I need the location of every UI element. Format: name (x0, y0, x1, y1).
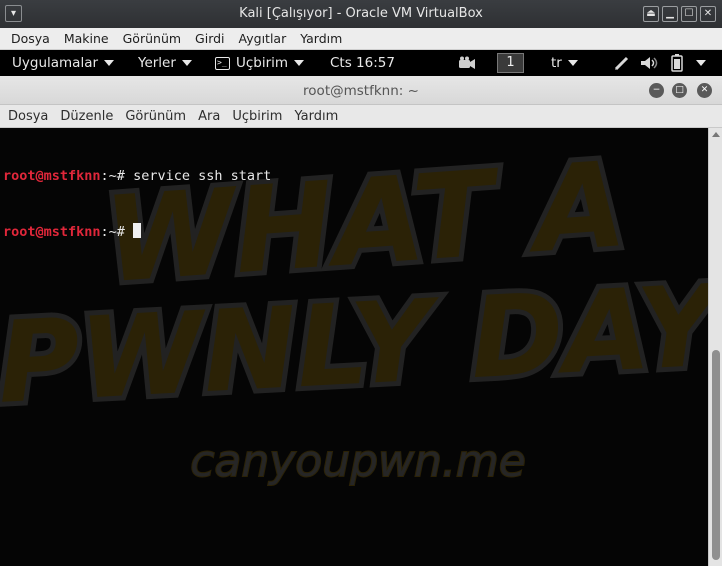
menu-aygitlar[interactable]: Aygıtlar (232, 31, 294, 46)
keyboard-layout-label: tr (551, 55, 562, 71)
menu-yardim[interactable]: Yardım (293, 31, 349, 46)
text-cursor (133, 222, 142, 238)
places-menu[interactable]: Yerler (138, 55, 192, 71)
terminal-menu-ucbirim[interactable]: Uçbirim (226, 109, 288, 124)
terminal-icon: >_ (215, 56, 230, 70)
places-label: Yerler (138, 55, 176, 71)
gnome-top-panel: Uygulamalar Yerler >_ Uçbirim Cts 16:57 t… (0, 50, 722, 76)
virtualbox-menu-bar: Dosya Makine Görünüm Girdi Aygıtlar Yard… (0, 28, 722, 50)
terminal-lines: root@mstfknn:~# service ssh start root@m… (3, 130, 271, 278)
system-menu-caret-icon[interactable] (696, 60, 706, 66)
terminal-menu-bar: Dosya Düzenle Görünüm Ara Uçbirim Yardım (0, 105, 722, 128)
caret-down-icon (104, 60, 115, 66)
scrollbar-thumb[interactable] (712, 350, 720, 560)
prompt-path: :~# (100, 223, 125, 240)
caret-down-icon (294, 60, 305, 66)
prompt-user: root@mstfknn (3, 168, 101, 184)
caret-down-icon (567, 60, 578, 66)
menu-dosya[interactable]: Dosya (4, 31, 57, 46)
menu-gorunum[interactable]: Görünüm (116, 31, 188, 46)
caret-down-icon (181, 60, 192, 66)
terminal-scrollbar[interactable] (708, 128, 722, 566)
keyboard-layout[interactable]: tr (551, 55, 578, 71)
workspace-indicator[interactable]: 1 (497, 53, 524, 73)
terminal-line: root@mstfknn:~# service ssh start (3, 167, 271, 186)
terminal-line: root@mstfknn:~# (3, 222, 271, 242)
prompt-path: :~# (100, 168, 125, 184)
terminal-app-menu[interactable]: >_ Uçbirim (215, 55, 305, 71)
wallpaper-site: canyoupwn.me (190, 436, 526, 487)
menu-makine[interactable]: Makine (57, 31, 116, 46)
applications-menu[interactable]: Uygulamalar (12, 55, 115, 71)
wallpaper-line-2: PWNLY DAY (0, 261, 708, 429)
terminal-app-label: Uçbirim (236, 55, 289, 71)
volume-icon[interactable] (640, 55, 660, 71)
prompt-user: root@mstfknn (3, 223, 101, 240)
applications-label: Uygulamalar (12, 55, 99, 71)
pen-icon[interactable] (614, 55, 630, 71)
command-text (125, 224, 133, 240)
terminal-menu-gorunum[interactable]: Görünüm (119, 109, 192, 124)
terminal-title-bar: root@mstfknn: ~ − □ ✕ (0, 76, 722, 105)
clock[interactable]: Cts 16:57 (330, 55, 395, 71)
menu-girdi[interactable]: Girdi (188, 31, 232, 46)
maximize-icon[interactable]: □ (672, 83, 687, 98)
terminal-menu-ara[interactable]: Ara (192, 109, 226, 124)
terminal-title: root@mstfknn: ~ (303, 83, 419, 99)
virtualbox-title-bar: ▾ Kali [Çalışıyor] - Oracle VM VirtualBo… (0, 0, 722, 28)
close-icon[interactable]: ✕ (697, 83, 712, 98)
terminal-menu-dosya[interactable]: Dosya (2, 109, 54, 124)
battery-icon[interactable] (671, 54, 683, 72)
command-text: service ssh start (124, 168, 272, 184)
minimize-button[interactable]: ▁ (662, 6, 678, 22)
terminal-menu-duzenle[interactable]: Düzenle (54, 109, 119, 124)
close-button[interactable]: ✕ (700, 6, 716, 22)
scroll-up-icon[interactable] (712, 132, 720, 137)
terminal-output-area[interactable]: WHAT A PWNLY DAY canyoupwn.me root@mstfk… (0, 128, 708, 566)
window-title: Kali [Çalışıyor] - Oracle VM VirtualBox (239, 6, 483, 21)
eject-button[interactable]: ⏏ (643, 6, 659, 22)
minimize-icon[interactable]: − (649, 83, 664, 98)
terminal-menu-yardim[interactable]: Yardım (288, 109, 344, 124)
maximize-button[interactable]: ☐ (681, 6, 697, 22)
camera-icon[interactable] (458, 56, 476, 70)
